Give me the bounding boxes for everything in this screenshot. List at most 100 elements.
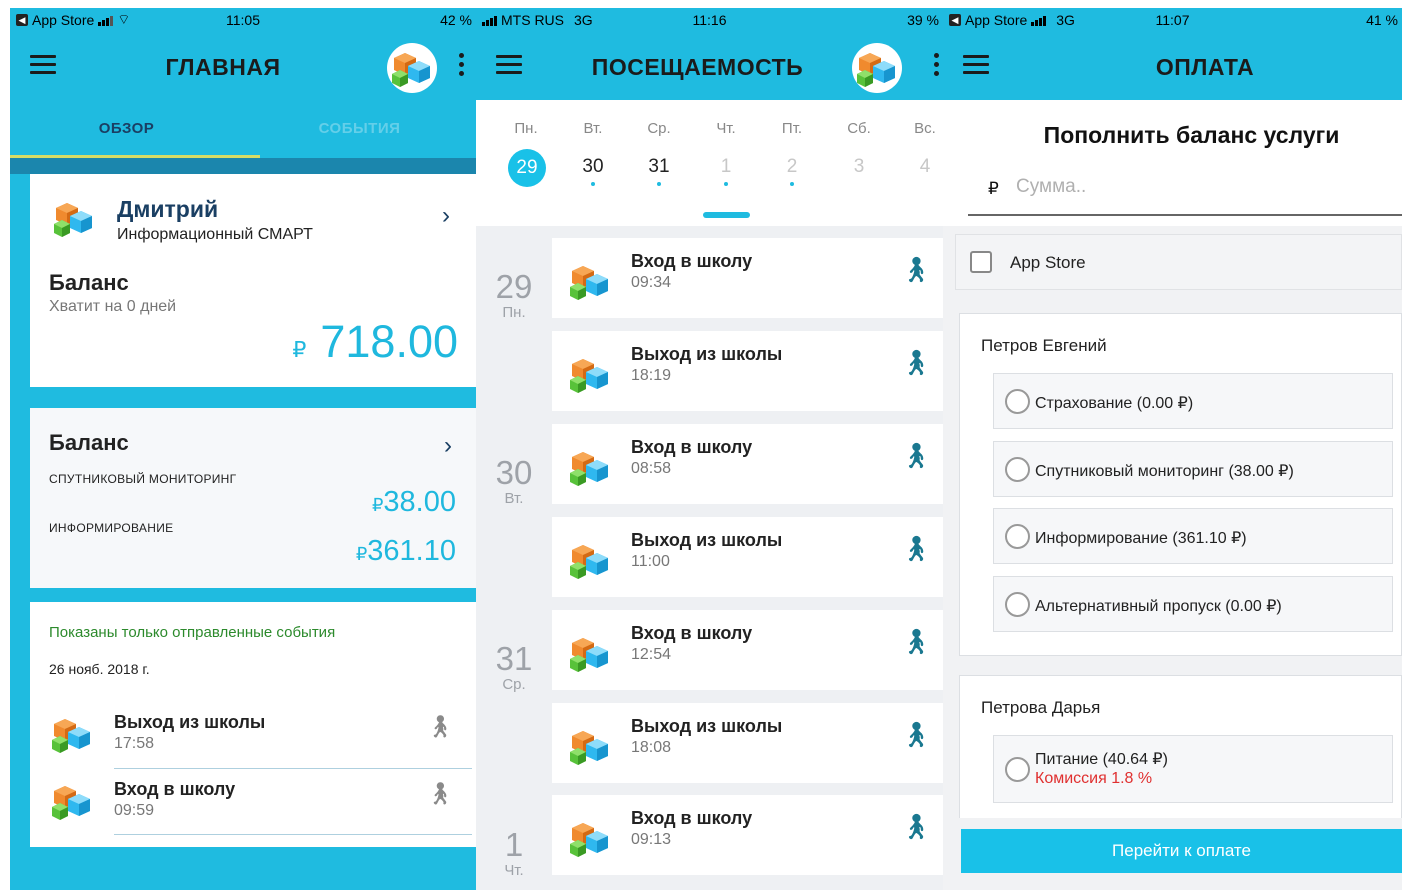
back-to-app-icon[interactable]: ◀ [16, 14, 28, 26]
record-title: Выход из школы [631, 344, 783, 364]
profile-card[interactable]: Дмитрий Информационный СМАРТ › Баланс Хв… [30, 174, 476, 387]
cubes-logo-icon [50, 779, 94, 823]
expand-handle[interactable] [703, 212, 750, 218]
chevron-right-icon[interactable]: › [444, 432, 452, 460]
attendance-record[interactable]: Вход в школу 09:13 🚶︎ [552, 795, 943, 875]
status-battery: 39 % [907, 12, 939, 28]
weekday-number: 1 [720, 156, 732, 177]
tab-events[interactable]: СОБЫТИЯ [243, 120, 476, 137]
radio-button[interactable] [1005, 389, 1030, 414]
amount-input[interactable] [1016, 176, 1316, 198]
event-dot [724, 182, 728, 186]
weekday-name: Сб. [847, 120, 871, 137]
record-time: 12:54 [631, 646, 672, 663]
service-amount: ₽361.10 [356, 535, 456, 568]
record-time: 09:34 [631, 274, 672, 291]
status-network: 3G [574, 12, 593, 28]
record-time: 08:58 [631, 460, 672, 477]
day-name: Ср. [502, 676, 526, 693]
chevron-right-icon[interactable]: › [442, 202, 450, 230]
option-label: Спутниковый мониторинг (38.00 ₽) [1035, 463, 1294, 480]
balance-amount: ₽718.00 [292, 316, 458, 368]
service-option[interactable]: Питание (40.64 ₽) Комиссия 1.8 % [993, 735, 1393, 803]
service-option[interactable]: Информирование (361.10 ₽) [993, 508, 1393, 564]
status-battery: 41 % [1366, 12, 1398, 28]
record-time: 18:19 [631, 367, 672, 384]
student-group: Петрова Дарья Питание (40.64 ₽) Комиссия… [959, 675, 1402, 818]
home-screen: ◀ App Store ⌔ 11:05 42 % ГЛАВНАЯ ОБЗОР С… [10, 8, 476, 890]
attendance-record[interactable]: Выход из школы 11:00 🚶︎ [552, 517, 943, 597]
go-to-payment-button[interactable]: Перейти к оплате [961, 829, 1402, 873]
radio-button[interactable] [1005, 757, 1030, 782]
service-option[interactable]: Спутниковый мониторинг (38.00 ₽) [993, 441, 1393, 497]
option-label: Альтернативный пропуск (0.00 ₽) [1035, 598, 1282, 615]
event-dot [657, 182, 661, 186]
services-balance-card[interactable]: Баланс › СПУТНИКОВЫЙ МОНИТОРИНГ ₽38.00 И… [30, 408, 476, 588]
record-title: Вход в школу [631, 437, 753, 457]
status-bar: MTS RUS 3G 11:16 39 % [476, 8, 943, 32]
record-time: 18:08 [631, 739, 672, 756]
service-option[interactable]: Страхование (0.00 ₽) [993, 373, 1393, 429]
radio-button[interactable] [1005, 592, 1030, 617]
balance-label: Баланс [49, 270, 129, 295]
weekday-number: 30 [582, 156, 604, 177]
walk-icon: 🚶︎ [426, 781, 454, 806]
signal-icon [482, 15, 497, 26]
events-date: 26 нояб. 2018 г. [49, 661, 150, 677]
weekday-number: 4 [919, 156, 931, 177]
record-title: Выход из школы [631, 530, 783, 550]
currency-sign: ₽ [371, 495, 384, 515]
page-title: ОПЛАТА [1155, 54, 1255, 80]
attendance-record[interactable]: Вход в школу 09:34 🚶︎ [552, 238, 943, 318]
event-dot [591, 182, 595, 186]
tab-bar: ОБЗОР СОБЫТИЯ [10, 100, 476, 158]
app-store-checkbox[interactable] [970, 251, 992, 273]
status-bar: ◀ App Store ⌔ 11:05 42 % [10, 8, 476, 32]
list-item[interactable]: Вход в школу 09:59 🚶︎ [30, 769, 476, 835]
app-bar: ПОСЕЩАЕМОСТЬ [476, 32, 943, 100]
commission-label: Комиссия 1.8 % [1035, 770, 1153, 787]
more-vert-icon[interactable] [934, 53, 940, 77]
more-vert-icon[interactable] [459, 53, 465, 77]
avatar[interactable] [852, 43, 902, 93]
weekday-name: Вт. [583, 120, 603, 137]
service-label: СПУТНИКОВЫЙ МОНИТОРИНГ [49, 472, 237, 486]
radio-button[interactable] [1005, 524, 1030, 549]
cubes-logo-icon [52, 196, 96, 240]
weekday-number: 3 [853, 156, 865, 177]
app-bar: ГЛАВНАЯ [10, 32, 476, 100]
option-label: Питание (40.64 ₽) [1035, 751, 1168, 768]
cubes-logo-icon [568, 816, 612, 860]
option-label: Страхование (0.00 ₽) [1035, 395, 1194, 412]
student-name: Петрова Дарья [981, 698, 1101, 717]
attendance-record[interactable]: Выход из школы 18:08 🚶︎ [552, 703, 943, 783]
avatar[interactable] [387, 43, 437, 93]
cubes-logo-icon [568, 445, 612, 489]
record-title: Выход из школы [631, 716, 783, 736]
day-label: 1 Чт. [486, 826, 542, 879]
walk-icon: 🚶︎ [900, 721, 932, 749]
attendance-record[interactable]: Выход из школы 18:19 🚶︎ [552, 331, 943, 411]
day-label: 31 Ср. [486, 640, 542, 693]
radio-button[interactable] [1005, 457, 1030, 482]
attendance-record[interactable]: Вход в школу 12:54 🚶︎ [552, 610, 943, 690]
divider [114, 834, 472, 835]
option-label: Информирование (361.10 ₽) [1035, 530, 1247, 547]
cubes-logo-icon [568, 352, 612, 396]
content-header-band [10, 158, 476, 174]
attendance-screen: MTS RUS 3G 11:16 39 % ПОСЕЩАЕМОСТЬ Пн. 2… [476, 8, 943, 890]
attendance-record[interactable]: Вход в школу 08:58 🚶︎ [552, 424, 943, 504]
amount-field[interactable]: ₽ [968, 166, 1402, 216]
tab-overview[interactable]: ОБЗОР [10, 120, 243, 137]
week-strip: Пн. 29 Вт. 30 Ср. 31 Чт. 1 Пт. 2 Сб. 3 В [476, 100, 943, 226]
day-label: 30 Вт. [486, 454, 542, 507]
app-store-option[interactable]: App Store [955, 234, 1402, 290]
event-dot [790, 182, 794, 186]
student-group: Петров Евгений Страхование (0.00 ₽) Спут… [959, 313, 1402, 656]
service-amount: ₽38.00 [372, 486, 456, 519]
currency-sign: ₽ [292, 337, 307, 362]
list-item[interactable]: Выход из школы 17:58 🚶︎ [30, 702, 476, 768]
service-option[interactable]: Альтернативный пропуск (0.00 ₽) [993, 576, 1393, 632]
back-to-app-icon[interactable]: ◀ [949, 14, 961, 26]
payment-screen: ◀ App Store 3G 11:07 41 % ОПЛАТА Пополни… [943, 8, 1402, 890]
